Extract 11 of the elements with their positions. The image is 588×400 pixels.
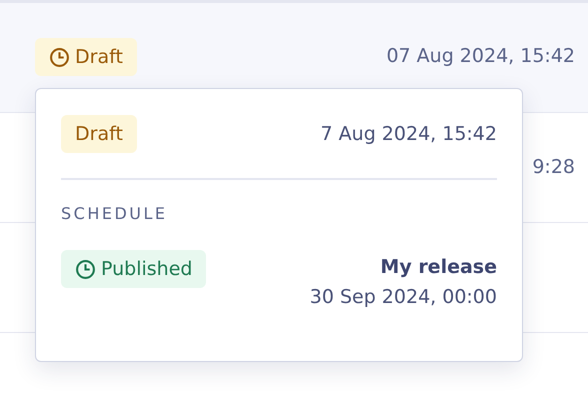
status-badge: Draft <box>61 115 137 153</box>
section-title: SCHEDULE <box>61 204 169 223</box>
clock-icon <box>49 46 70 68</box>
clock-icon <box>75 258 96 280</box>
date-text: 07 Aug 2024, 15:42 <box>386 44 575 69</box>
date-text: 7 Aug 2024, 15:42 <box>320 123 497 145</box>
status-badge: Published <box>61 250 206 288</box>
status-badge: Draft <box>35 38 137 76</box>
date-text: 9:28 <box>532 155 575 180</box>
date-text: 30 Sep 2024, 00:00 <box>310 286 497 308</box>
release-name: My release <box>380 256 497 278</box>
